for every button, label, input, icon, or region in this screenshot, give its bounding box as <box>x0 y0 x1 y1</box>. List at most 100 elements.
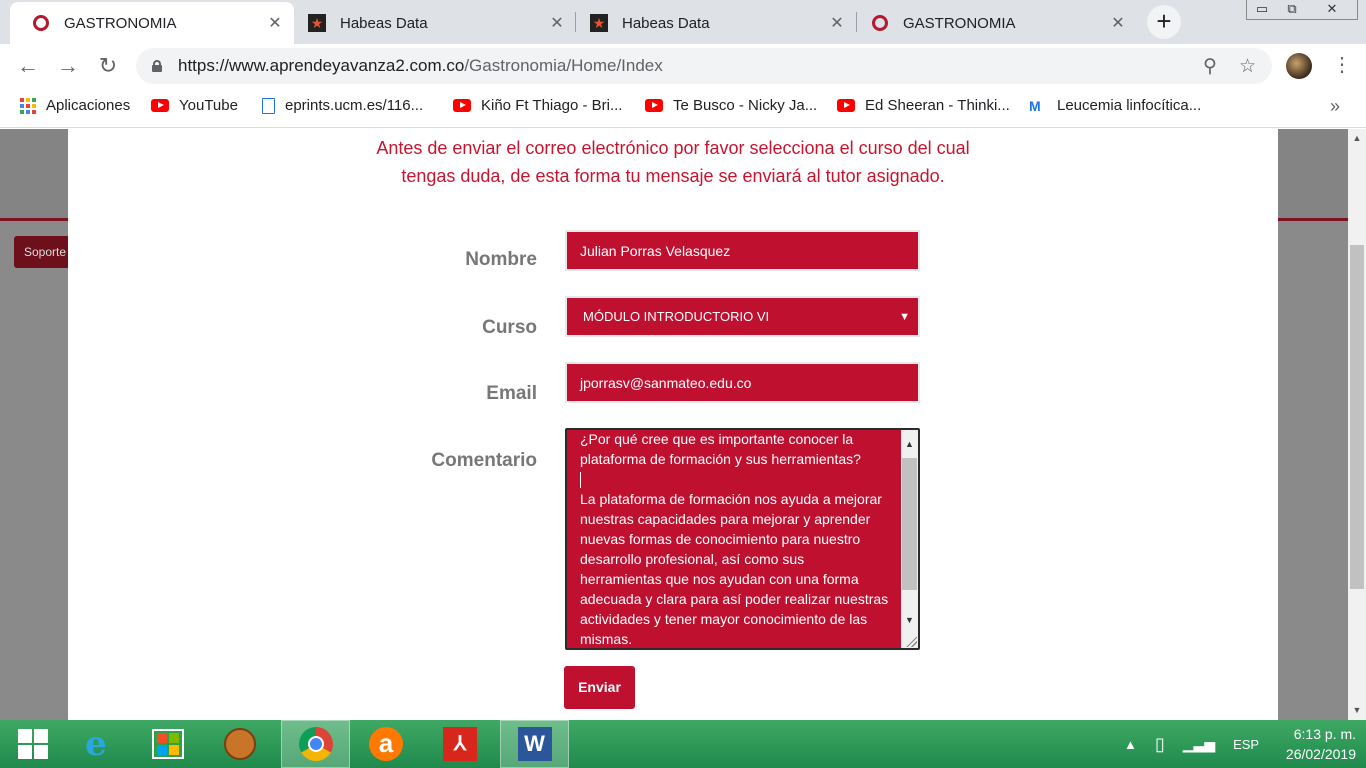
scroll-up-icon[interactable]: ▲ <box>901 434 918 454</box>
taskbar-store[interactable] <box>135 720 201 768</box>
youtube-icon <box>151 99 169 112</box>
start-button[interactable] <box>0 720 66 768</box>
tab-title: GASTRONOMIA <box>903 14 1016 32</box>
internet-explorer-icon: e <box>85 724 107 764</box>
text-cursor <box>580 472 581 489</box>
show-hidden-icons-icon[interactable]: ▲ <box>1124 737 1137 752</box>
clock-time: 6:13 p. m. <box>1293 726 1356 742</box>
bookmark-label: Leucemia linfocítica... <box>1057 97 1202 114</box>
bookmark-youtube[interactable]: YouTube <box>151 97 238 114</box>
battery-icon[interactable]: ▯ <box>1155 734 1165 755</box>
youtube-icon <box>645 99 663 112</box>
contact-modal: Antes de enviar el correo electrónico po… <box>68 129 1278 720</box>
bookmarks-bar: Aplicaciones YouTube eprints.ucm.es/116.… <box>0 88 1366 128</box>
bookmark-leucemia[interactable]: M Leucemia linfocítica... <box>1029 97 1201 114</box>
bookmark-aplicaciones[interactable]: Aplicaciones <box>20 97 130 114</box>
scroll-down-icon[interactable]: ▼ <box>1348 705 1366 715</box>
close-icon[interactable]: ✕ <box>828 13 846 33</box>
minimize-icon[interactable]: ▭ <box>1247 0 1277 19</box>
enviar-button[interactable]: Enviar <box>564 666 635 709</box>
lock-icon[interactable] <box>152 60 162 72</box>
page-scroll-thumb[interactable] <box>1350 245 1364 589</box>
bookmark-star-icon[interactable]: ☆ <box>1239 55 1256 78</box>
scroll-up-icon[interactable]: ▲ <box>1348 133 1366 143</box>
taskbar-acrobat[interactable]: ⅄ <box>427 720 493 768</box>
window-controls: ▭ ⧉ ✕ <box>1246 0 1358 20</box>
intro-line-1: Antes de enviar el correo electrónico po… <box>376 138 970 158</box>
star-icon: ★ <box>308 14 326 32</box>
signal-icon[interactable]: ▁▃▅ <box>1183 736 1215 753</box>
url-text[interactable]: https://www.aprendeyavanza2.com.co/Gastr… <box>178 56 663 76</box>
comentario-text: ¿Por qué cree que es importante conocer … <box>580 430 900 648</box>
curso-select[interactable]: MÓDULO INTRODUCTORIO VI ▼ <box>565 296 920 337</box>
bookmark-label: Aplicaciones <box>46 97 131 114</box>
back-icon[interactable]: ← <box>16 54 40 78</box>
restore-icon[interactable]: ⧉ <box>1277 0 1307 19</box>
taskbar-internet-explorer[interactable]: e <box>63 720 129 768</box>
bookmarks-overflow-icon[interactable]: » <box>1330 96 1340 117</box>
close-window-icon[interactable]: ✕ <box>1307 0 1357 19</box>
bookmark-label: YouTube <box>179 97 238 114</box>
tab-title: GASTRONOMIA <box>64 14 177 32</box>
close-icon[interactable]: ✕ <box>266 13 284 33</box>
bookmark-eprints[interactable]: eprints.ucm.es/116... <box>262 97 423 114</box>
system-tray: ▲ ▯ ▁▃▅ ESP <box>1124 720 1259 768</box>
reload-icon[interactable]: ↻ <box>96 54 120 78</box>
url-path: /Gastronomia/Home/Index <box>464 56 663 75</box>
curso-label: Curso <box>482 317 537 338</box>
tab-habeas-data-1[interactable]: ★ Habeas Data ✕ <box>294 2 576 44</box>
taskbar-word[interactable]: W <box>500 720 569 768</box>
close-icon[interactable]: ✕ <box>548 13 566 33</box>
nombre-label: Nombre <box>465 249 537 270</box>
youtube-icon <box>837 99 855 112</box>
forward-icon[interactable]: → <box>56 54 80 78</box>
tab-habeas-data-2[interactable]: ★ Habeas Data ✕ <box>576 2 856 44</box>
scroll-down-icon[interactable]: ▼ <box>901 610 918 630</box>
bookmark-label: eprints.ucm.es/116... <box>285 97 424 114</box>
youtube-icon <box>453 99 471 112</box>
resize-grip-icon[interactable] <box>905 635 917 647</box>
acrobat-icon: ⅄ <box>443 727 477 761</box>
tab-gastronomia-2[interactable]: GASTRONOMIA ✕ <box>857 2 1137 44</box>
email-field[interactable]: jporrasv@sanmateo.edu.co <box>565 362 920 403</box>
medical-icon: M <box>1029 97 1041 114</box>
star-icon: ★ <box>590 14 608 32</box>
gastronomia-icon <box>871 14 889 32</box>
bookmark-ed-sheeran[interactable]: Ed Sheeran - Thinki... <box>837 97 1010 114</box>
bookmark-label: Ed Sheeran - Thinki... <box>865 97 1010 114</box>
comentario-answer: La plataforma de formación nos ayuda a m… <box>580 491 889 647</box>
intro-line-2: tengas duda, de esta forma tu mensaje se… <box>401 166 945 186</box>
zoom-search-icon[interactable]: ⚲ <box>1203 55 1217 78</box>
gastronomia-icon <box>32 14 50 32</box>
taskbar-mitt-app[interactable] <box>207 720 273 768</box>
bookmark-te-busco[interactable]: Te Busco - Nicky Ja... <box>645 97 817 114</box>
browser-toolbar: ← → ↻ https://www.aprendeyavanza2.com.co… <box>0 44 1366 88</box>
address-bar[interactable]: https://www.aprendeyavanza2.com.co/Gastr… <box>136 48 1272 84</box>
dropdown-arrow-icon: ▼ <box>899 310 910 323</box>
bookmark-label: Te Busco - Nicky Ja... <box>673 97 818 114</box>
apps-icon <box>20 97 36 114</box>
taskbar-avast[interactable]: a <box>353 720 419 768</box>
nombre-field[interactable]: Julian Porras Velasquez <box>565 230 920 271</box>
tab-gastronomia-1[interactable]: GASTRONOMIA ✕ <box>10 2 294 44</box>
url-host: https://www.aprendeyavanza2.com.co <box>178 56 465 75</box>
mitt-icon <box>224 728 256 760</box>
tab-title: Habeas Data <box>622 14 710 32</box>
tab-strip: GASTRONOMIA ✕ ★ Habeas Data ✕ ★ Habeas D… <box>0 0 1366 44</box>
page-scrollbar[interactable]: ▲ ▼ <box>1348 129 1366 720</box>
textarea-scroll-thumb[interactable] <box>902 458 917 590</box>
textarea-scrollbar[interactable]: ▲ ▼ <box>901 430 918 648</box>
comentario-textarea[interactable]: ¿Por qué cree que es importante conocer … <box>565 428 920 650</box>
bookmark-kino[interactable]: Kiño Ft Thiago - Bri... <box>453 97 622 114</box>
taskbar-chrome[interactable] <box>281 720 350 768</box>
soporte-button[interactable]: Soporte <box>14 236 74 268</box>
new-tab-button[interactable]: + <box>1147 5 1181 39</box>
menu-icon[interactable]: ⋮ <box>1332 53 1352 77</box>
comentario-label: Comentario <box>431 450 537 471</box>
windows-taskbar: e a ⅄ W ▲ ▯ ▁▃▅ ESP 6:13 p. m. 26/02/201… <box>0 720 1366 768</box>
word-icon: W <box>517 727 552 761</box>
close-icon[interactable]: ✕ <box>1109 13 1127 33</box>
profile-avatar[interactable] <box>1286 53 1312 79</box>
chrome-icon <box>298 727 333 761</box>
system-clock[interactable]: 6:13 p. m. 26/02/2019 <box>1256 724 1356 764</box>
